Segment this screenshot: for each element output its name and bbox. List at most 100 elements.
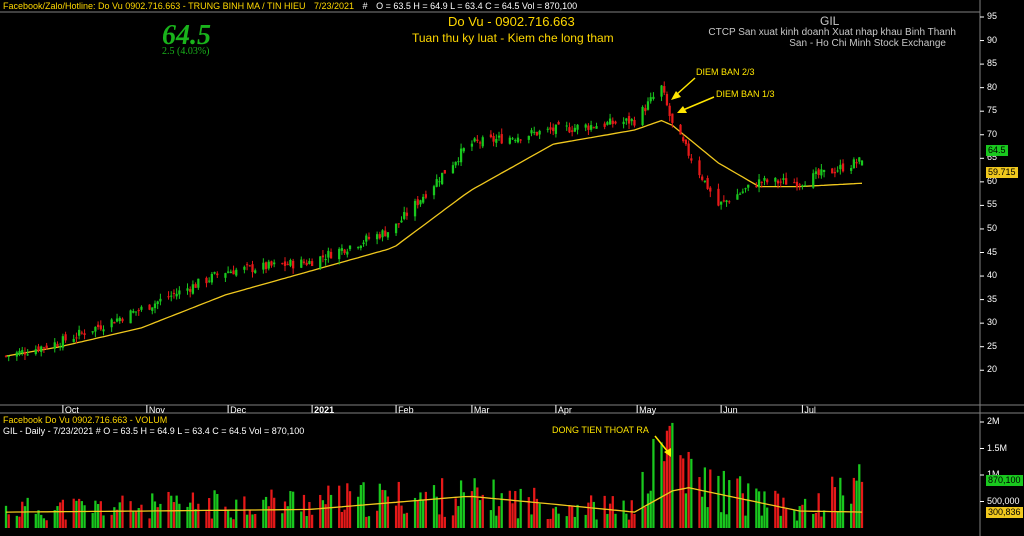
candle-body: [440, 172, 444, 185]
candle-body: [625, 118, 628, 121]
candle-body: [622, 121, 625, 125]
volume-bar: [281, 513, 284, 528]
candle-body: [514, 140, 517, 142]
volume-bar: [118, 502, 121, 528]
candle-body: [329, 251, 333, 259]
volume-bar: [251, 514, 254, 528]
candle-body: [232, 270, 235, 275]
candle-body: [386, 232, 390, 238]
candle-body: [633, 119, 636, 126]
candle-body: [630, 119, 633, 122]
volume-bar: [357, 496, 360, 528]
price-change: 2.5 (4.03%): [162, 46, 210, 57]
volume-bar: [630, 500, 633, 528]
volume-bar: [495, 515, 498, 528]
volume-bar: [443, 516, 446, 528]
candle-body: [606, 122, 609, 125]
candle-body: [226, 271, 230, 273]
y-tick: 85: [987, 58, 998, 69]
candle-body: [191, 284, 195, 294]
volume-info: GIL - Daily - 7/23/2021 # O = 63.5 H = 6…: [3, 426, 305, 436]
volume-tick: 2M: [987, 416, 1000, 426]
candle-body: [21, 350, 24, 353]
candle-body: [451, 165, 455, 174]
volume-bar: [42, 518, 46, 528]
candle-body: [224, 273, 227, 278]
volume-bar: [850, 503, 853, 528]
volume-bar: [822, 510, 826, 528]
volume-bar: [649, 490, 652, 528]
candle-body: [698, 160, 701, 176]
volume-bar: [687, 451, 690, 528]
volume-bar: [500, 493, 503, 528]
candle-body: [15, 352, 18, 357]
candle-body: [99, 325, 102, 330]
candle-body: [327, 250, 330, 258]
volume-bar: [40, 514, 43, 528]
candle-body: [156, 301, 159, 305]
candle-body: [308, 261, 311, 264]
candle-body: [833, 171, 837, 174]
x-tick: Feb: [398, 405, 414, 415]
volume-bar: [755, 488, 758, 528]
stock-exchange: San - Ho Chi Minh Stock Exchange: [789, 38, 946, 49]
candle-body: [641, 106, 644, 126]
candle-body: [115, 318, 119, 322]
candle-body: [42, 347, 46, 349]
candle-body: [273, 262, 276, 265]
volume-bar: [91, 512, 94, 528]
candle-body: [132, 311, 135, 313]
candle-body: [321, 255, 325, 258]
volume-bar: [232, 519, 235, 528]
annotation-sell-1-3: DIEM BAN 1/3: [716, 89, 775, 99]
candle-body: [687, 143, 690, 156]
volume-bar: [34, 513, 37, 528]
candle-body: [706, 178, 709, 189]
volume-bar: [432, 485, 436, 528]
candle-body: [671, 113, 674, 123]
candle-body: [153, 303, 157, 309]
stock-description: CTCP San xuat kinh doanh Xuat nhap khau …: [708, 27, 956, 38]
candle-body: [91, 331, 94, 333]
last-volume-tag: 870,100: [986, 475, 1023, 486]
candle-body: [378, 234, 381, 239]
candle-body: [595, 126, 598, 129]
candle-body: [546, 128, 549, 130]
volume-bar: [782, 497, 785, 528]
candle-body: [310, 261, 314, 267]
candle-body: [113, 322, 116, 324]
volume-bar: [273, 497, 276, 528]
header-hash: #: [362, 1, 368, 11]
volume-bar: [319, 494, 322, 528]
volume-bar: [584, 514, 587, 528]
volume-bar: [646, 493, 650, 528]
volume-bar: [478, 500, 482, 528]
volume-bar: [481, 494, 484, 528]
volume-bar: [608, 503, 612, 528]
volume-bar: [736, 478, 739, 528]
volume-bar: [508, 490, 511, 528]
candle-body: [679, 124, 682, 135]
candle-body: [760, 181, 763, 183]
candle-body: [776, 180, 780, 184]
volume-bar: [682, 458, 685, 528]
candle-body: [424, 194, 428, 198]
candle-body: [229, 271, 232, 274]
volume-bar: [167, 491, 170, 528]
candle-body: [23, 352, 27, 355]
candle-body: [747, 184, 750, 188]
candle-body: [709, 187, 712, 192]
volume-tick: 500,000: [987, 495, 1020, 506]
volume-bar: [4, 505, 8, 528]
candle-body: [75, 337, 78, 339]
candle-body: [738, 193, 742, 195]
volume-bar: [424, 491, 428, 528]
candle-body: [110, 319, 113, 328]
candle-body: [56, 343, 59, 347]
candle-body: [511, 138, 514, 140]
candle-body: [860, 160, 864, 166]
candle-body: [362, 242, 365, 244]
volume-bar: [80, 501, 83, 528]
volume-bar: [205, 511, 208, 528]
volume-bar: [321, 500, 325, 528]
